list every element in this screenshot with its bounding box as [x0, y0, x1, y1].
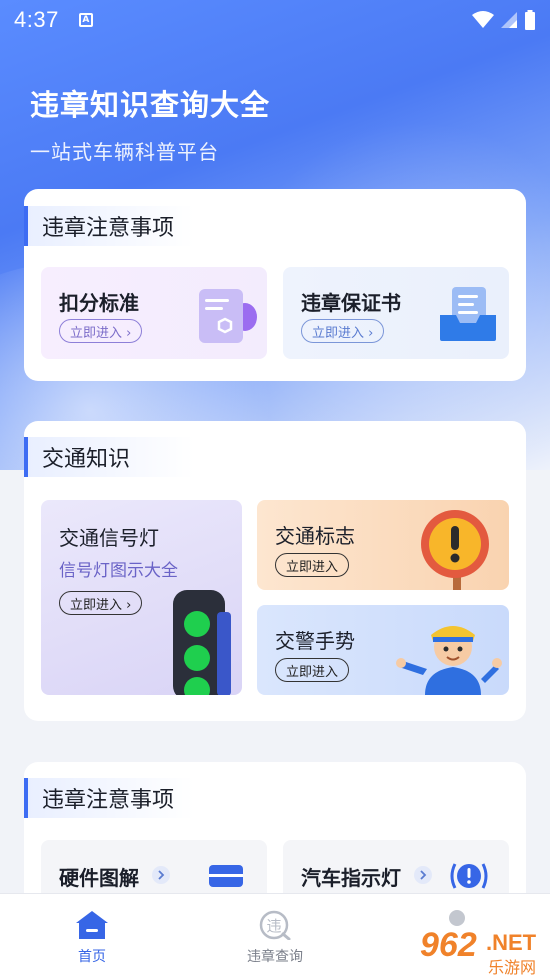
- tile-title: 硬件图解: [59, 866, 139, 890]
- enter-button[interactable]: 立即进入 ›: [59, 591, 143, 615]
- tile-title: 交通信号灯: [59, 526, 159, 550]
- hardware-icon: [209, 865, 243, 887]
- tile-title: 交警手势: [275, 629, 355, 653]
- nav-home[interactable]: 首页: [62, 894, 122, 979]
- enter-button[interactable]: 立即进入 ›: [301, 319, 385, 343]
- tile-title: 汽车指示灯: [301, 866, 401, 890]
- police-gestures-tile[interactable]: 交警手势 立即进入: [257, 605, 509, 695]
- section-title: 违章注意事项: [24, 778, 194, 818]
- notification-icon: A: [78, 13, 93, 27]
- chevron-right-icon: [414, 866, 432, 884]
- violation-query-icon: 违: [259, 910, 291, 940]
- home-icon: [76, 911, 108, 939]
- inbox-document-icon: [440, 287, 496, 341]
- status-time: 4:37: [14, 7, 59, 32]
- watermark: 962 .NET 乐游网: [418, 926, 544, 977]
- traffic-light-icon: [173, 590, 231, 695]
- tile-subtitle: 信号灯图示大全: [59, 561, 178, 581]
- tile-title: 交通标志: [275, 524, 355, 548]
- points-standard-tile[interactable]: 扣分标准 立即进入 ›: [41, 267, 267, 359]
- watermark-sub: 乐游网: [488, 958, 537, 977]
- enter-button[interactable]: 立即进入: [275, 553, 350, 577]
- hardware-diagram-tile[interactable]: 硬件图解: [41, 840, 267, 900]
- document-icon: [199, 289, 257, 343]
- watermark-suffix: .NET: [486, 930, 537, 955]
- chevron-right-icon: [152, 866, 170, 884]
- app-title: 违章知识查询大全: [30, 88, 271, 122]
- section-title: 违章注意事项: [24, 206, 194, 246]
- car-indicator-tile[interactable]: 汽车指示灯: [283, 840, 509, 900]
- nav-violation-query[interactable]: 违 违章查询: [237, 894, 313, 979]
- police-officer-icon: [396, 626, 502, 695]
- enter-button[interactable]: 立即进入: [275, 658, 350, 682]
- section-title: 交通知识: [24, 437, 194, 477]
- traffic-knowledge-card: 交通知识 交通信号灯 信号灯图示大全 立即进入 › 交通标志 立即进入 交警手势…: [24, 421, 526, 721]
- signal-icon: [501, 12, 517, 28]
- violation-notes-card: 违章注意事项 扣分标准 立即进入 › 违章保证书 立即进入 ›: [24, 189, 526, 381]
- status-bar: 4:37 A: [0, 0, 550, 40]
- traffic-signs-tile[interactable]: 交通标志 立即进入: [257, 500, 509, 590]
- indicator-light-icon: [450, 863, 488, 889]
- nav-label: 首页: [78, 949, 106, 965]
- battery-icon: [525, 10, 535, 30]
- tile-title: 违章保证书: [301, 291, 401, 315]
- warning-sign-icon: [421, 510, 489, 590]
- wifi-icon: [472, 11, 494, 28]
- watermark-number: 962: [420, 926, 477, 964]
- traffic-light-tile[interactable]: 交通信号灯 信号灯图示大全 立即进入 ›: [41, 500, 242, 695]
- tile-title: 扣分标准: [59, 291, 139, 315]
- enter-button[interactable]: 立即进入 ›: [59, 319, 143, 343]
- guarantee-letter-tile[interactable]: 违章保证书 立即进入 ›: [283, 267, 509, 359]
- app-subtitle: 一站式车辆科普平台: [30, 140, 219, 164]
- nav-label: 违章查询: [247, 949, 303, 965]
- svg-text:违: 违: [266, 917, 281, 935]
